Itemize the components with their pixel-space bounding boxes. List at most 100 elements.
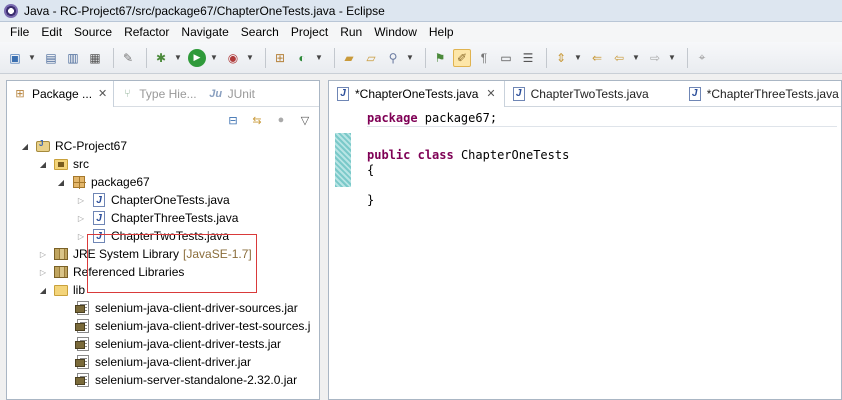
chevron-down-icon[interactable]: ▼ [315, 49, 323, 67]
menu-help[interactable]: Help [423, 25, 460, 39]
show-whitespace-icon[interactable]: ¶ [475, 49, 493, 67]
tab-type-hierarchy[interactable]: ⑂ Type Hie... [114, 81, 202, 107]
editor-tab-label: *ChapterThreeTests.java [706, 86, 839, 101]
open-folder-icon[interactable]: ▱ [362, 49, 380, 67]
chevron-down-icon[interactable]: ▼ [28, 49, 36, 67]
menu-file[interactable]: File [4, 25, 35, 39]
jar-file-icon [75, 355, 89, 369]
toolbar-separator [546, 47, 547, 68]
mark-occurrences-icon[interactable]: ✐ [453, 48, 471, 67]
collapsed-icon[interactable]: ▷ [75, 214, 87, 223]
chevron-down-icon[interactable]: ▼ [246, 49, 254, 67]
expand-icon[interactable]: ◢ [55, 178, 67, 187]
tree-label: package67 [91, 175, 150, 189]
toolbar-separator [687, 47, 688, 68]
collapsed-icon[interactable]: ▷ [37, 250, 49, 259]
view-toolbar: ⊟ ⇆ ● ▽ [7, 107, 319, 133]
tree-item-file[interactable]: ▷ J ChapterOneTests.java [7, 191, 319, 209]
tree-label: ChapterOneTests.java [111, 193, 230, 207]
debug-icon[interactable]: ✱ [152, 49, 170, 67]
view-menu-icon[interactable]: ▽ [297, 112, 313, 128]
menu-search[interactable]: Search [235, 25, 285, 39]
expand-icon[interactable]: ◢ [37, 160, 49, 169]
forward-icon[interactable]: ⇨ [646, 49, 664, 67]
menu-window[interactable]: Window [368, 25, 423, 39]
new-package-icon[interactable]: ⊞ [271, 49, 289, 67]
tab-label: Type Hie... [139, 86, 197, 101]
tree-item-file[interactable]: ▷ J ChapterThreeTests.java [7, 209, 319, 227]
open-type-icon[interactable]: ▰ [340, 49, 358, 67]
pin-editor-icon[interactable]: ⌖ [693, 49, 711, 67]
tree-item-jar[interactable]: selenium-java-client-driver-sources.jar [7, 299, 319, 317]
tree-label: selenium-server-standalone-2.32.0.jar [95, 373, 298, 387]
chevron-down-icon[interactable]: ▼ [574, 49, 582, 67]
change-ruler [335, 133, 351, 187]
tree-item-package[interactable]: ◢ package67 [7, 173, 319, 191]
link-with-editor-icon[interactable]: ⇆ [249, 112, 265, 128]
run-icon[interactable]: ▶ [188, 48, 206, 67]
block-select-icon[interactable]: ▭ [497, 49, 515, 67]
tree-item-src[interactable]: ◢ src [7, 155, 319, 173]
external-tools-icon[interactable]: ◉ [224, 49, 242, 67]
expand-icon[interactable]: ◢ [19, 142, 31, 151]
tree-item-project[interactable]: ◢ RC-Project67 [7, 137, 319, 155]
code-line: } [367, 193, 375, 207]
tree-label: selenium-java-client-driver-sources.jar [95, 301, 298, 315]
close-icon[interactable]: ✕ [486, 87, 495, 100]
save-all-icon[interactable]: ▥ [64, 49, 82, 67]
tab-package-explorer[interactable]: ⊞ Package ... ✕ [7, 80, 115, 107]
back-icon[interactable]: ⇦ [610, 49, 628, 67]
expand-icon[interactable]: ◢ [37, 286, 49, 295]
toggle-mark-icon[interactable]: ✎ [119, 49, 137, 67]
collapsed-icon[interactable]: ▷ [75, 196, 87, 205]
view-settings-icon[interactable]: ● [273, 112, 289, 128]
editor-tab-chapter-two[interactable]: J ChapterTwoTests.java [505, 81, 657, 107]
jar-file-icon [75, 373, 89, 387]
new-icon[interactable]: ▣ [6, 49, 24, 67]
chevron-down-icon[interactable]: ▼ [210, 49, 218, 67]
search-icon[interactable]: ⚲ [384, 49, 402, 67]
package-explorer-icon: ⊞ [15, 88, 25, 100]
show-source-icon[interactable]: ☰ [519, 49, 537, 67]
last-edit-icon[interactable]: ⇐ [588, 49, 606, 67]
code-line: public class ChapterOneTests [367, 148, 570, 162]
tab-label: JUnit [227, 86, 255, 101]
collapse-all-icon[interactable]: ⊟ [225, 112, 241, 128]
new-class-icon[interactable]: ◐ [293, 49, 311, 67]
java-file-icon: J [688, 86, 701, 101]
save-icon[interactable]: ▤ [42, 49, 60, 67]
code-editor[interactable]: package package67; public class ChapterO… [367, 107, 569, 208]
menu-edit[interactable]: Edit [35, 25, 68, 39]
next-edit-icon[interactable]: ⇕ [552, 49, 570, 67]
library-icon [54, 266, 68, 278]
menu-run[interactable]: Run [334, 25, 368, 39]
tab-junit[interactable]: Ju JUnit [203, 81, 261, 107]
menu-project[interactable]: Project [285, 25, 334, 39]
close-icon[interactable]: ✕ [98, 87, 107, 100]
tree-item-jar[interactable]: selenium-java-client-driver.jar [7, 353, 319, 371]
tree-label: lib [73, 283, 86, 297]
next-annotation-icon[interactable]: ⚑ [431, 49, 449, 67]
menu-source[interactable]: Source [68, 25, 118, 39]
editor-tab-chapter-one[interactable]: J *ChapterOneTests.java ✕ [329, 80, 505, 107]
menu-bar: File Edit Source Refactor Navigate Searc… [0, 22, 842, 42]
menu-navigate[interactable]: Navigate [175, 25, 234, 39]
chevron-down-icon[interactable]: ▼ [174, 49, 182, 67]
window-title: Java - RC-Project67/src/package67/Chapte… [24, 3, 385, 18]
print-icon[interactable]: ▦ [86, 49, 104, 67]
tree-item-jar[interactable]: selenium-java-client-driver-tests.jar [7, 335, 319, 353]
chevron-down-icon[interactable]: ▼ [406, 49, 414, 67]
editor-tab-chapter-three[interactable]: J *ChapterThreeTests.java [681, 81, 842, 107]
java-file-icon: J [93, 193, 105, 207]
menu-refactor[interactable]: Refactor [118, 25, 175, 39]
chevron-down-icon[interactable]: ▼ [632, 49, 640, 67]
editor-area: J *ChapterOneTests.java ✕ J ChapterTwoTe… [328, 80, 842, 400]
jar-file-icon [75, 337, 89, 351]
chevron-down-icon[interactable]: ▼ [668, 49, 676, 67]
code-line: { [367, 163, 375, 177]
tab-label: Package ... [32, 86, 93, 101]
tree-item-jar[interactable]: selenium-server-standalone-2.32.0.jar [7, 371, 319, 389]
tree-item-jar[interactable]: selenium-java-client-driver-test-sources… [7, 317, 319, 335]
collapsed-icon[interactable]: ▷ [37, 268, 49, 277]
collapsed-icon[interactable]: ▷ [75, 232, 87, 241]
